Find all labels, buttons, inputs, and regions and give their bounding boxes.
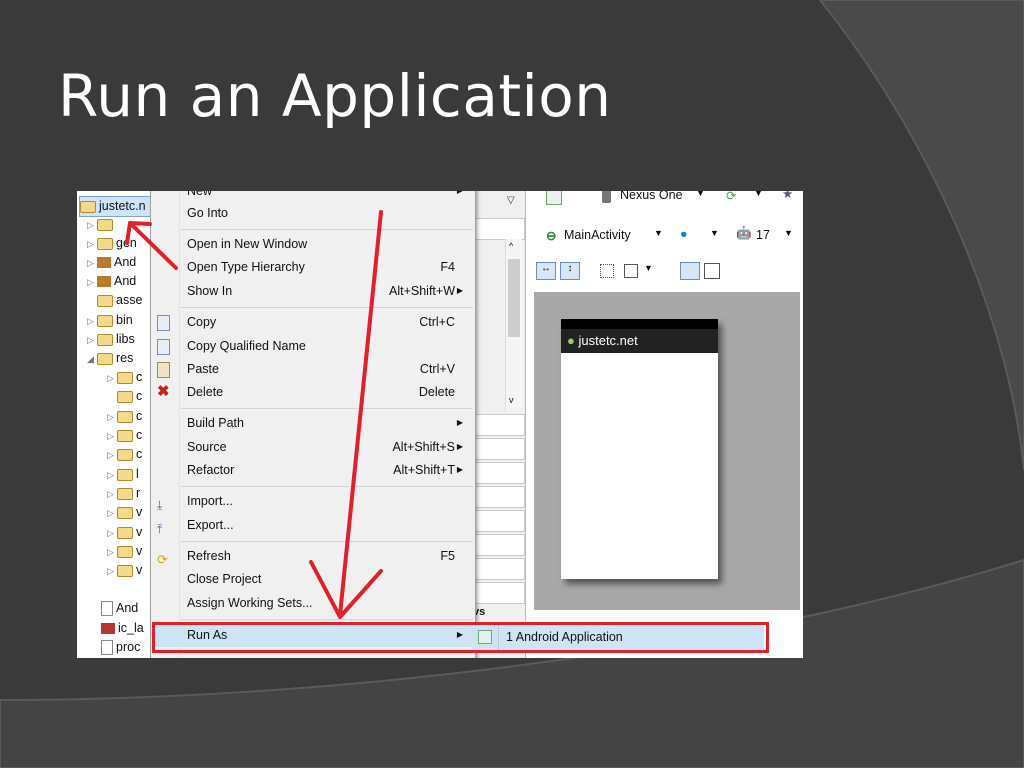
annotation-arrows — [125, 210, 383, 619]
arrow-to-run-as — [338, 210, 383, 617]
arrow-to-project — [128, 221, 178, 270]
